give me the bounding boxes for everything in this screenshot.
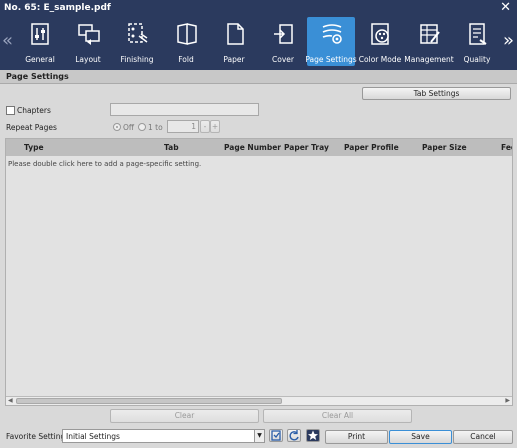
section-title: Page Settings — [6, 72, 69, 81]
layout-icon — [78, 24, 100, 45]
scrollbar-thumb[interactable] — [16, 398, 282, 404]
column-header[interactable]: Fee — [501, 143, 512, 152]
category-toolbar: « General Layout Finishing Fold Paper Co… — [0, 17, 517, 70]
chapters-field[interactable] — [110, 103, 259, 116]
horizontal-scrollbar[interactable]: ◀ ▶ — [6, 396, 512, 405]
tab-settings-button[interactable]: Tab Settings — [362, 87, 511, 100]
column-header[interactable]: Paper Size — [422, 143, 467, 152]
page-settings-icon — [322, 24, 342, 44]
tab-page-settings[interactable]: Page Settings — [305, 17, 357, 66]
tab-management[interactable]: Management — [404, 17, 454, 66]
favorite-setting-label: Favorite Setting — [6, 432, 66, 441]
window-title: No. 65: E_sample.pdf — [4, 3, 111, 13]
star-icon — [308, 430, 318, 440]
repeat-decrement-button[interactable]: - — [200, 120, 210, 133]
clear-button[interactable]: Clear — [110, 409, 259, 423]
repeat-range-label: 1 to — [148, 123, 163, 132]
clear-all-button[interactable]: Clear All — [263, 409, 412, 423]
color-mode-icon — [371, 23, 389, 45]
save-button[interactable]: Save — [389, 430, 452, 444]
fold-icon — [177, 23, 197, 45]
footer-bar: Favorite Setting Initial Settings ▼ Prin… — [0, 426, 517, 448]
tab-label: Layout — [75, 55, 101, 64]
column-header[interactable]: Tab — [164, 143, 179, 152]
cancel-button[interactable]: Cancel — [453, 430, 513, 444]
general-icon — [31, 23, 49, 45]
chapters-checkbox[interactable] — [6, 106, 15, 115]
tab-label: Color Mode — [358, 55, 402, 64]
tab-quality[interactable]: Quality — [453, 17, 501, 66]
repeat-increment-button[interactable]: + — [210, 120, 220, 133]
column-header[interactable]: Type — [24, 143, 44, 152]
apply-favorite-button[interactable] — [269, 429, 283, 442]
scroll-left-arrow-icon[interactable]: ◀ — [8, 397, 13, 404]
scroll-right-arrow-icon[interactable]: ▶ — [505, 397, 510, 404]
page-settings-header: Page Settings — [0, 70, 517, 84]
column-header[interactable]: Paper Tray — [284, 143, 329, 152]
repeat-pages-label: Repeat Pages — [6, 123, 57, 132]
chapters-label: Chapters — [17, 106, 51, 115]
favorite-setting-select[interactable]: Initial Settings ▼ — [62, 429, 265, 443]
tab-finishing[interactable]: Finishing — [113, 17, 161, 66]
tab-label: Paper — [223, 55, 245, 64]
refresh-icon — [289, 430, 299, 441]
repeat-range-radio[interactable] — [138, 123, 146, 131]
tab-paper[interactable]: Paper — [210, 17, 258, 66]
refresh-button[interactable] — [287, 429, 301, 442]
title-bar: No. 65: E_sample.pdf ✕ — [0, 0, 517, 17]
repeat-off-label: Off — [123, 123, 135, 132]
tab-fold[interactable]: Fold — [162, 17, 210, 66]
grid-header: Type Tab Page Number Paper Tray Paper Pr… — [6, 139, 512, 156]
paper-icon — [227, 23, 244, 45]
close-icon[interactable]: ✕ — [500, 1, 511, 15]
tab-label: Page Settings — [305, 55, 357, 64]
chevron-down-icon[interactable]: ▼ — [254, 430, 264, 442]
tab-general[interactable]: General — [16, 17, 64, 66]
tab-layout[interactable]: Layout — [64, 17, 112, 66]
management-icon — [420, 24, 440, 44]
cover-icon — [274, 24, 293, 44]
favorite-star-button[interactable] — [306, 429, 320, 442]
scroll-right-icon[interactable]: » — [503, 32, 514, 50]
tab-cover[interactable]: Cover — [259, 17, 307, 66]
page-settings-grid[interactable]: Type Tab Page Number Paper Tray Paper Pr… — [5, 138, 513, 406]
repeat-count-field[interactable]: 1 — [167, 120, 199, 133]
favorite-setting-value: Initial Settings — [66, 432, 120, 441]
print-button[interactable]: Print — [325, 430, 388, 444]
column-header[interactable]: Paper Profile — [344, 143, 399, 152]
scroll-left-icon[interactable]: « — [2, 32, 13, 50]
finishing-icon — [128, 23, 148, 43]
quality-icon — [469, 23, 487, 45]
column-header[interactable]: Page Number — [224, 143, 281, 152]
tab-label: Quality — [463, 55, 491, 64]
grid-placeholder[interactable]: Please double click here to add a page-s… — [8, 160, 201, 168]
tab-label: Finishing — [120, 55, 154, 64]
tab-color-mode[interactable]: Color Mode — [356, 17, 404, 66]
apply-icon — [271, 430, 281, 441]
repeat-off-radio[interactable] — [113, 123, 121, 131]
